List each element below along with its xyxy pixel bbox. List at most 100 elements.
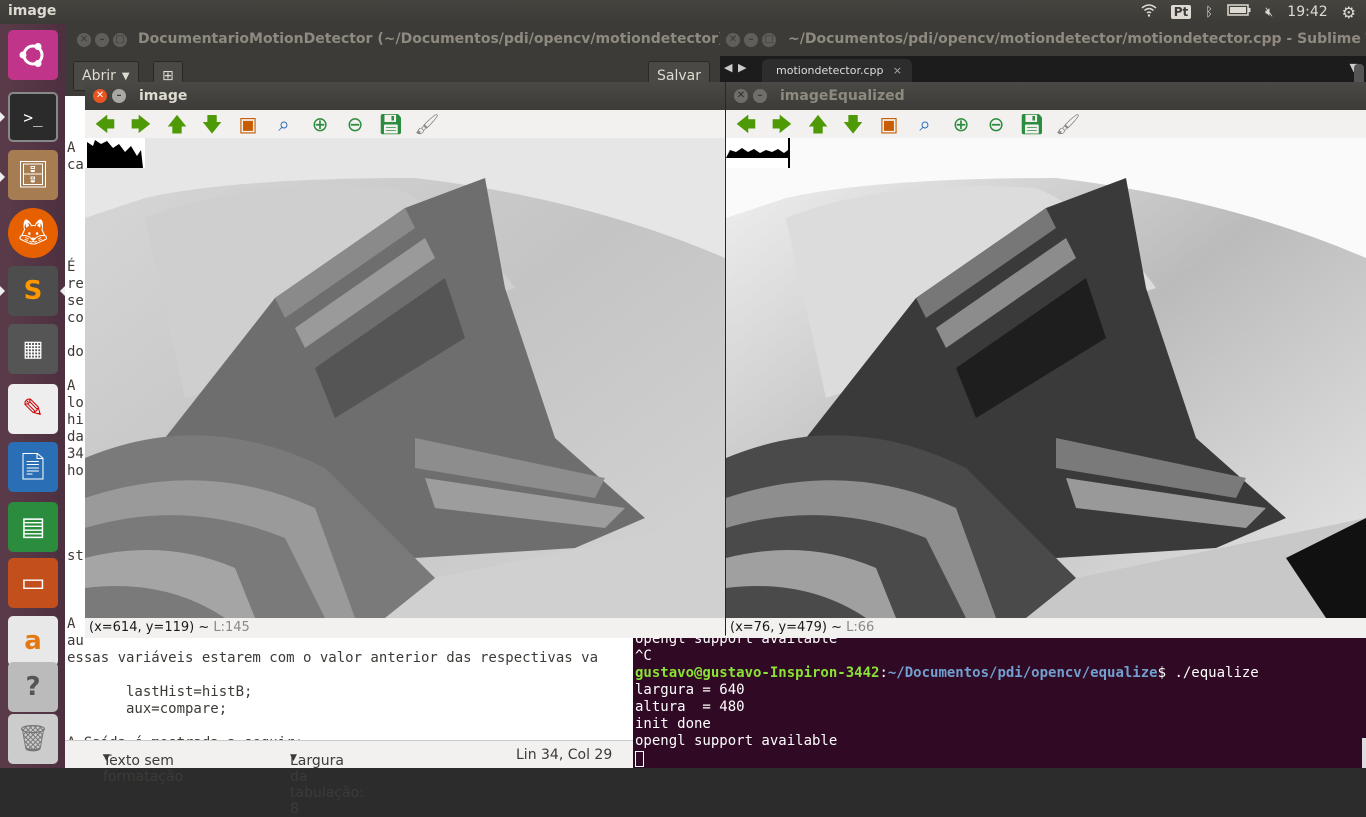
gedit-status-bar: Texto sem formatação ▼ Largura da tabula… bbox=[65, 740, 720, 817]
chevron-down-icon: ▼ bbox=[103, 753, 110, 763]
text-line: do bbox=[67, 344, 84, 360]
launcher: >_ 🗄︎ 🦊︎ S ▦ ✎ 📄︎ ▤ ▭ a ? 🗑︎ bbox=[0, 24, 65, 768]
tab-width-label: Largura da tabulação: 8 bbox=[290, 753, 364, 817]
terminal-window[interactable]: opengl support available ^C gustavo@gust… bbox=[633, 630, 1366, 768]
terminal-line: init done bbox=[635, 716, 711, 732]
syntax-label: Texto sem formatação bbox=[103, 753, 184, 785]
terminal-icon[interactable]: >_ bbox=[8, 92, 58, 142]
image-window-title: image bbox=[139, 88, 188, 104]
pixel-coords: (x=76, y=479) ~ bbox=[730, 620, 842, 635]
prompt-path: ~/Documentos/pdi/opencv/equalize bbox=[887, 665, 1158, 681]
prompt-user: gustavo@gustavo-Inspiron-3442 bbox=[635, 665, 880, 681]
save-icon[interactable]: 💾︎ bbox=[378, 112, 404, 136]
equalized-canvas[interactable] bbox=[726, 138, 1366, 618]
pan-right-icon[interactable]: 🡆 bbox=[769, 112, 795, 136]
text-line: co bbox=[67, 310, 84, 326]
pan-down-icon[interactable]: 🡇 bbox=[840, 112, 866, 136]
close-icon[interactable]: ✕ bbox=[93, 89, 107, 103]
battery-icon[interactable] bbox=[1227, 4, 1251, 20]
terminal-line: altura = 480 bbox=[635, 699, 745, 715]
tab-motiondetector[interactable]: motiondetector.cpp × bbox=[762, 59, 912, 82]
text-line: A bbox=[67, 378, 76, 394]
text-line: essas variáveis estarem com o valor ante… bbox=[67, 650, 599, 666]
document-viewer-icon[interactable]: ✎ bbox=[8, 384, 58, 434]
text-line: ho bbox=[67, 463, 84, 479]
minimize-icon[interactable]: – bbox=[744, 33, 758, 47]
libreoffice-impress-icon[interactable]: ▭ bbox=[8, 558, 58, 608]
cursor-position: Lin 34, Col 29 bbox=[516, 747, 613, 763]
sublime-title-bar: ✕ – □ ~/Documentos/pdi/opencv/motiondete… bbox=[720, 24, 1366, 56]
terminal-line: ^C bbox=[635, 648, 652, 664]
minimize-icon[interactable]: – bbox=[95, 33, 109, 47]
text-line: st bbox=[67, 548, 84, 564]
equalized-window-title: imageEqualized bbox=[780, 88, 905, 104]
close-icon[interactable]: ✕ bbox=[726, 33, 740, 47]
pan-left-icon[interactable]: 🡄 bbox=[733, 112, 759, 136]
tab-prev-icon[interactable]: ◀ bbox=[724, 61, 732, 74]
maximize-icon[interactable]: □ bbox=[113, 33, 127, 47]
text-line: 34 bbox=[67, 446, 84, 462]
zoom-original-icon[interactable]: ▣ bbox=[235, 112, 261, 136]
firefox-icon[interactable]: 🦊︎ bbox=[8, 208, 58, 258]
text-line: ca bbox=[67, 157, 84, 173]
text-line: re bbox=[67, 276, 84, 292]
zoom-out-icon[interactable]: ⊖ bbox=[983, 112, 1009, 136]
text-line: da bbox=[67, 429, 84, 445]
pillow-photo-equalized bbox=[726, 138, 1366, 618]
zoom-original-icon[interactable]: ▣ bbox=[876, 112, 902, 136]
save-icon[interactable]: 💾︎ bbox=[1019, 112, 1045, 136]
trash-icon[interactable]: 🗑︎ bbox=[8, 714, 58, 764]
pan-left-icon[interactable]: 🡄 bbox=[92, 112, 118, 136]
terminal-scrollbar[interactable] bbox=[1362, 738, 1366, 768]
active-app-title: image bbox=[8, 3, 57, 19]
zoom-out-icon[interactable]: ⊖ bbox=[342, 112, 368, 136]
volume-muted-icon[interactable]: 🔇︎ bbox=[1265, 5, 1273, 20]
text-line: É bbox=[67, 259, 76, 275]
maximize-icon[interactable]: □ bbox=[762, 33, 776, 47]
image-window-toolbar: 🡄 🡆 🡅 🡇 ▣ ⌕ ⊕ ⊖ 💾︎ 🖌︎ bbox=[85, 110, 725, 138]
bluetooth-icon[interactable]: ᛒ bbox=[1205, 5, 1213, 20]
properties-brush-icon[interactable]: 🖌︎ bbox=[414, 112, 440, 136]
sublime-text-icon[interactable]: S bbox=[8, 266, 58, 316]
sublime-tab-bar: ◀ ▶ motiondetector.cpp × ▼ bbox=[720, 56, 1366, 82]
files-icon[interactable]: 🗄︎ bbox=[8, 150, 58, 200]
tab-next-icon[interactable]: ▶ bbox=[738, 61, 746, 74]
text-line: hi bbox=[67, 412, 84, 428]
close-icon[interactable]: ✕ bbox=[734, 89, 748, 103]
calculator-icon[interactable]: ▦ bbox=[8, 324, 58, 374]
text-line: lastHist=histB; bbox=[67, 684, 253, 700]
amazon-icon[interactable]: a bbox=[8, 616, 58, 666]
zoom-fit-icon[interactable]: ⌕ bbox=[271, 112, 297, 136]
zoom-in-icon[interactable]: ⊕ bbox=[307, 112, 333, 136]
minimize-icon[interactable]: – bbox=[112, 89, 126, 103]
terminal-line: opengl support available bbox=[635, 733, 838, 749]
close-icon[interactable]: ✕ bbox=[77, 33, 91, 47]
help-icon[interactable]: ? bbox=[8, 662, 58, 712]
gedit-title: DocumentarioMotionDetector (~/Documentos… bbox=[138, 31, 750, 47]
libreoffice-writer-icon[interactable]: 📄︎ bbox=[8, 442, 58, 492]
properties-brush-icon[interactable]: 🖌︎ bbox=[1055, 112, 1081, 136]
pan-down-icon[interactable]: 🡇 bbox=[199, 112, 225, 136]
pixel-level: L:145 bbox=[213, 620, 250, 635]
zoom-fit-icon[interactable]: ⌕ bbox=[912, 112, 938, 136]
keyboard-layout-indicator[interactable]: Pt bbox=[1170, 5, 1192, 19]
equalized-window-status: (x=76, y=479) ~ L:66 bbox=[726, 618, 1366, 638]
pan-up-icon[interactable]: 🡅 bbox=[805, 112, 831, 136]
pan-right-icon[interactable]: 🡆 bbox=[128, 112, 154, 136]
prompt-command: $ ./equalize bbox=[1157, 665, 1259, 681]
libreoffice-calc-icon[interactable]: ▤ bbox=[8, 502, 58, 552]
image-equalized-window: ✕ – imageEqualized 🡄 🡆 🡅 🡇 ▣ ⌕ ⊕ ⊖ 💾︎ 🖌︎ bbox=[726, 82, 1366, 638]
gear-icon[interactable]: ⚙ bbox=[1342, 3, 1356, 22]
chevron-down-icon: ▼ bbox=[121, 70, 130, 82]
image-window-title-bar: ✕ – image bbox=[85, 82, 725, 110]
close-icon[interactable]: × bbox=[893, 64, 902, 77]
clock[interactable]: 19:42 bbox=[1287, 4, 1327, 20]
ubuntu-dash-icon[interactable] bbox=[8, 30, 58, 80]
text-line: A bbox=[67, 140, 76, 156]
terminal-prompt-line: gustavo@gustavo-Inspiron-3442:~/Document… bbox=[635, 665, 1259, 681]
minimize-icon[interactable]: – bbox=[753, 89, 767, 103]
zoom-in-icon[interactable]: ⊕ bbox=[948, 112, 974, 136]
pan-up-icon[interactable]: 🡅 bbox=[164, 112, 190, 136]
image-canvas[interactable] bbox=[85, 138, 725, 618]
wifi-icon[interactable] bbox=[1141, 3, 1157, 21]
